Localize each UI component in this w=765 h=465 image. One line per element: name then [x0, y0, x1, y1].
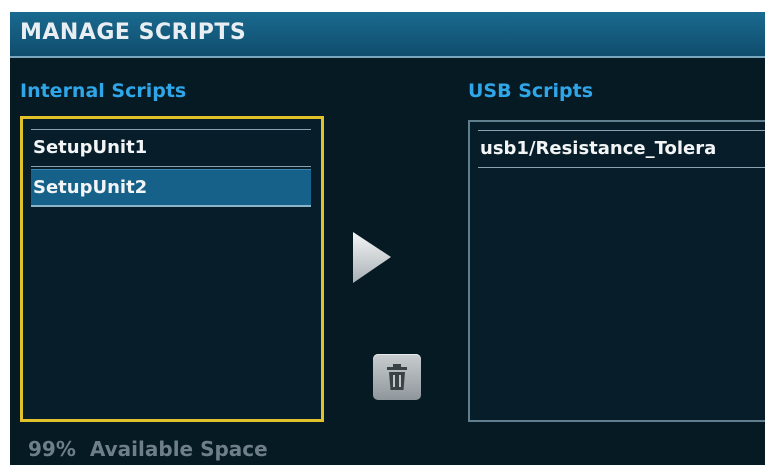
internal-scripts-label: Internal Scripts: [20, 80, 187, 102]
trash-icon: [387, 364, 407, 390]
list-item-setupunit2[interactable]: SetupUnit2: [31, 169, 311, 207]
delete-button[interactable]: [373, 354, 421, 400]
title-bar: MANAGE SCRIPTS: [10, 12, 765, 58]
play-arrow-icon: [353, 232, 391, 283]
list-item-setupunit1[interactable]: SetupUnit1: [31, 129, 311, 167]
page-title: MANAGE SCRIPTS: [20, 20, 247, 45]
manage-scripts-screen: MANAGE SCRIPTS Internal Scripts USB Scri…: [10, 12, 765, 465]
available-space-percent: 99%: [28, 437, 76, 461]
available-space-status: 99% Available Space: [28, 437, 268, 461]
list-item-usb-script[interactable]: usb1/Resistance_Tolera: [478, 130, 765, 168]
usb-scripts-label: USB Scripts: [468, 80, 594, 102]
internal-scripts-list[interactable]: SetupUnit1 SetupUnit2: [20, 116, 324, 422]
copy-to-usb-button[interactable]: [349, 230, 394, 285]
usb-scripts-list[interactable]: usb1/Resistance_Tolera: [468, 120, 765, 422]
available-space-label: Available Space: [89, 437, 268, 461]
